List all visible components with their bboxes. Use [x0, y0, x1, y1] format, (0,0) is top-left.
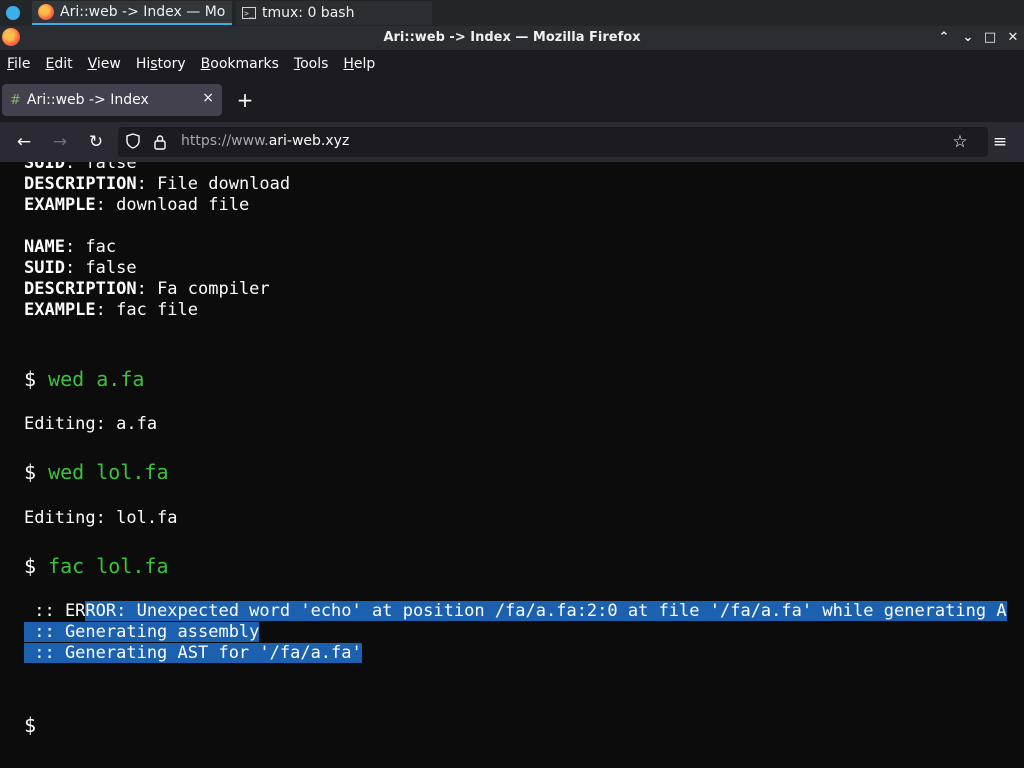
bookmark-star-icon[interactable]: ☆	[948, 130, 972, 154]
terminal-prompt-line: $ fac lol.fa	[24, 554, 169, 578]
navigation-toolbar: ← → ↻ https://www.ari-web.xyz ☆ ≡	[0, 122, 1024, 162]
tab-favicon-icon: #	[10, 92, 21, 108]
firefox-icon	[38, 4, 54, 20]
terminal-line: EXAMPLE: fac file	[24, 300, 199, 320]
reload-button[interactable]: ↻	[84, 130, 108, 154]
taskbar-task-label: Ari::web -> Index — Mo...	[60, 4, 226, 20]
menu-bar: File Edit View History Bookmarks Tools H…	[0, 50, 1024, 78]
terminal-output-line: Editing: a.fa	[24, 414, 158, 434]
back-button[interactable]: ←	[12, 130, 36, 154]
info-line: :: Generating assembly	[24, 622, 260, 643]
new-tab-button[interactable]: +	[233, 88, 257, 112]
window-title: Ari::web -> Index — Mozilla Firefox	[383, 30, 641, 45]
info-line: :: Generating AST for '/fa/a.fa'	[24, 643, 362, 664]
window-titlebar: Ari::web -> Index — Mozilla Firefox ⌃ ⌄ …	[0, 26, 1024, 50]
menu-edit[interactable]: Edit	[45, 56, 72, 72]
taskbar-task-label: tmux: 0 bash	[262, 5, 355, 21]
minimize-button[interactable]: ⌃	[934, 28, 954, 48]
maximize-button[interactable]: □	[980, 28, 1000, 48]
url-bar[interactable]: https://www.ari-web.xyz	[118, 127, 988, 157]
menu-view[interactable]: View	[88, 56, 121, 72]
restore-button[interactable]: ⌄	[958, 28, 978, 48]
terminal-prompt-line: $ wed a.fa	[24, 367, 145, 391]
menu-help[interactable]: Help	[343, 56, 375, 72]
app-launcher-button[interactable]	[0, 0, 26, 26]
terminal-line: DESCRIPTION: Fa compiler	[24, 279, 270, 299]
close-window-button[interactable]: ✕	[1003, 28, 1023, 48]
terminal-icon: >_	[242, 7, 256, 19]
tab-strip: # Ari::web -> Index × +	[0, 78, 1024, 122]
selected-text: :: Generating AST for '/fa/a.fa'	[24, 643, 362, 663]
menu-bookmarks[interactable]: Bookmarks	[201, 56, 279, 72]
taskbar-task-firefox[interactable]: Ari::web -> Index — Mo...	[32, 1, 232, 25]
url-text[interactable]: https://www.ari-web.xyz	[181, 133, 349, 149]
lock-icon[interactable]	[154, 134, 166, 150]
os-taskbar: Ari::web -> Index — Mo... >_ tmux: 0 bas…	[0, 0, 1024, 26]
terminal-line: NAME: fac	[24, 237, 117, 257]
menu-file[interactable]: File	[7, 56, 30, 72]
terminal-prompt-line: $ wed lol.fa	[24, 460, 169, 484]
close-tab-icon[interactable]: ×	[202, 90, 214, 106]
tab-ari-web-index[interactable]: # Ari::web -> Index ×	[2, 84, 222, 116]
selected-text: :: Generating assembly	[24, 622, 260, 642]
taskbar-task-terminal[interactable]: >_ tmux: 0 bash	[236, 1, 432, 25]
menu-history[interactable]: History	[136, 56, 186, 72]
app-menu-button[interactable]: ≡	[988, 130, 1012, 154]
terminal-input-prompt[interactable]: $	[24, 713, 36, 737]
terminal-line: SUID: false	[24, 162, 137, 173]
terminal-line: EXAMPLE: download file	[24, 195, 250, 215]
forward-button[interactable]: →	[48, 130, 72, 154]
launcher-icon	[6, 6, 20, 20]
selected-text: ROR: Unexpected word 'echo' at position …	[85, 601, 1007, 621]
terminal-line: DESCRIPTION: File download	[24, 174, 291, 194]
tracking-protection-shield-icon[interactable]	[126, 133, 140, 149]
tab-title: Ari::web -> Index	[26, 92, 149, 108]
error-line: :: ERROR: Unexpected word 'echo' at posi…	[24, 601, 1007, 621]
page-content: SUID: false DESCRIPTION: File download E…	[0, 162, 1024, 768]
terminal-output-line: Editing: lol.fa	[24, 508, 178, 528]
terminal-line: SUID: false	[24, 258, 137, 278]
menu-tools[interactable]: Tools	[294, 56, 329, 72]
